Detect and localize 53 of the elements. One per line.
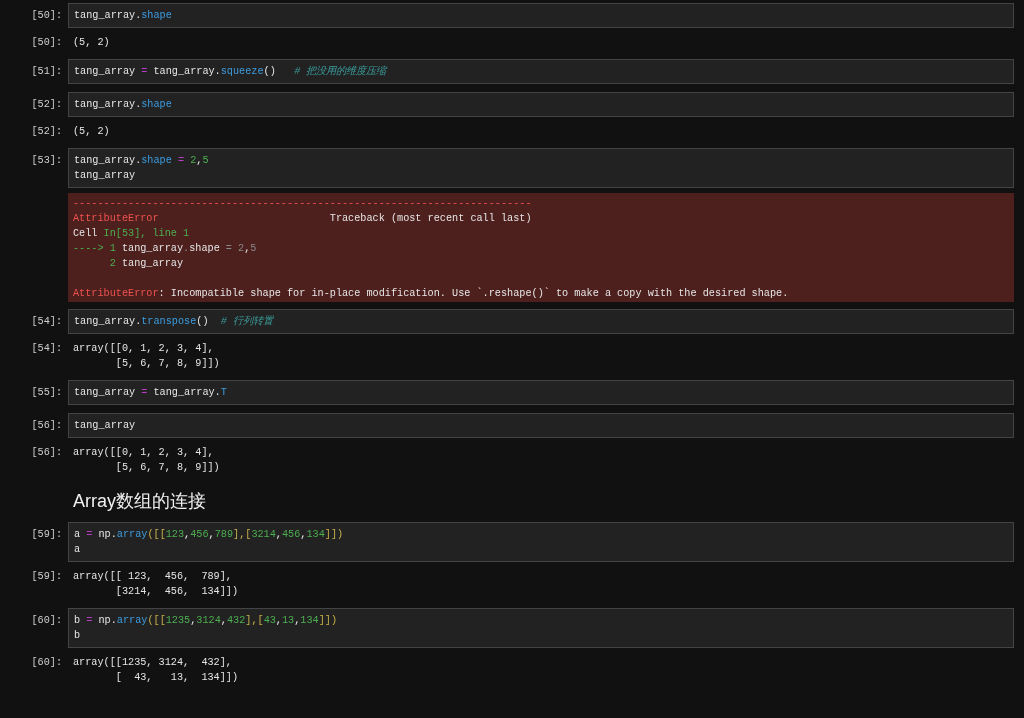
code-cell[interactable]: tang_array = tang_array.T	[68, 380, 1014, 405]
prompt-label: [50]:	[30, 36, 63, 50]
output-line: [ 43, 13, 134]])	[114, 671, 240, 685]
prompt-label: [53]:	[30, 154, 63, 168]
traceback-line: Cell In[53], line 1	[73, 227, 191, 241]
code-line: tang_array	[74, 419, 137, 433]
code-line: tang_array = tang_array.T	[74, 386, 228, 400]
prompt-label: [56]:	[30, 419, 63, 433]
prompt-label: [55]:	[30, 386, 63, 400]
code-line: b	[74, 629, 82, 643]
code-cell[interactable]: tang_array.transpose() # 行列转置	[68, 309, 1014, 334]
output-line: [3214, 456, 134]])	[114, 585, 240, 599]
output-line: array([[0, 1, 2, 3, 4],	[73, 446, 215, 460]
prompt-label: [60]:	[30, 656, 63, 670]
error-message: AttributeError: Incompatible shape for in-place modification. Use `.reshape()` to make a copy with the desired shape.	[73, 286, 790, 301]
prompt-label: [52]:	[30, 125, 63, 139]
code-line: tang_array.transpose() # 行列转置	[74, 314, 275, 329]
traceback-line: ---------------------------------------------------------------------------	[73, 197, 533, 211]
code-line: b = np.array([[1235,3124,432],[43,13,134]])	[74, 614, 339, 628]
output-line: array([[1235, 3124, 432],	[73, 656, 233, 670]
code-line: tang_array = tang_array.squeeze() # 把没用的维度压缩	[74, 64, 389, 79]
code-cell[interactable]: tang_array	[68, 413, 1014, 438]
prompt-label: [56]:	[30, 446, 63, 460]
output-line: (5, 2)	[73, 36, 111, 50]
code-cell[interactable]: b = np.array([[1235,3124,432],[43,13,134]]) b	[68, 608, 1014, 648]
code-cell[interactable]: a = np.array([[123,456,789],[3214,456,134]]) a	[68, 522, 1014, 562]
traceback-line: ----> 1 tang_array.shape = 2,5	[73, 242, 258, 256]
code-line: tang_array	[74, 169, 137, 183]
prompt-label: [51]:	[30, 65, 63, 79]
code-cell[interactable]: tang_array.shape	[68, 92, 1014, 117]
code-line: tang_array.shape	[74, 98, 173, 112]
output-line: [5, 6, 7, 8, 9]])	[114, 461, 221, 475]
output-line: array([[ 123, 456, 789],	[73, 570, 233, 584]
prompt-label: [54]:	[30, 342, 63, 356]
prompt-label: [59]:	[30, 528, 63, 542]
traceback-line: 2 tang_array	[108, 257, 185, 271]
output-line: [5, 6, 7, 8, 9]])	[114, 357, 221, 371]
code-line: a	[74, 543, 82, 557]
output-line: array([[0, 1, 2, 3, 4],	[73, 342, 215, 356]
section-heading: Array数组的连接	[73, 490, 206, 512]
code-cell[interactable]: tang_array.shape	[68, 3, 1014, 28]
code-cell[interactable]: tang_array.shape = 2,5 tang_array	[68, 148, 1014, 188]
prompt-label: [50]:	[30, 9, 63, 23]
code-cell[interactable]: tang_array = tang_array.squeeze() # 把没用的维度压缩	[68, 59, 1014, 84]
code-line: tang_array.shape	[74, 9, 173, 23]
prompt-label: [52]:	[30, 98, 63, 112]
code-line: a = np.array([[123,456,789],[3214,456,134]])	[74, 528, 345, 542]
code-line: tang_array.shape = 2,5	[74, 154, 210, 168]
prompt-label: [54]:	[30, 315, 63, 329]
prompt-label: [60]:	[30, 614, 63, 628]
output-line: (5, 2)	[73, 125, 111, 139]
prompt-label: [59]:	[30, 570, 63, 584]
traceback-line: AttributeError Traceback (most recent call last)	[73, 212, 533, 226]
